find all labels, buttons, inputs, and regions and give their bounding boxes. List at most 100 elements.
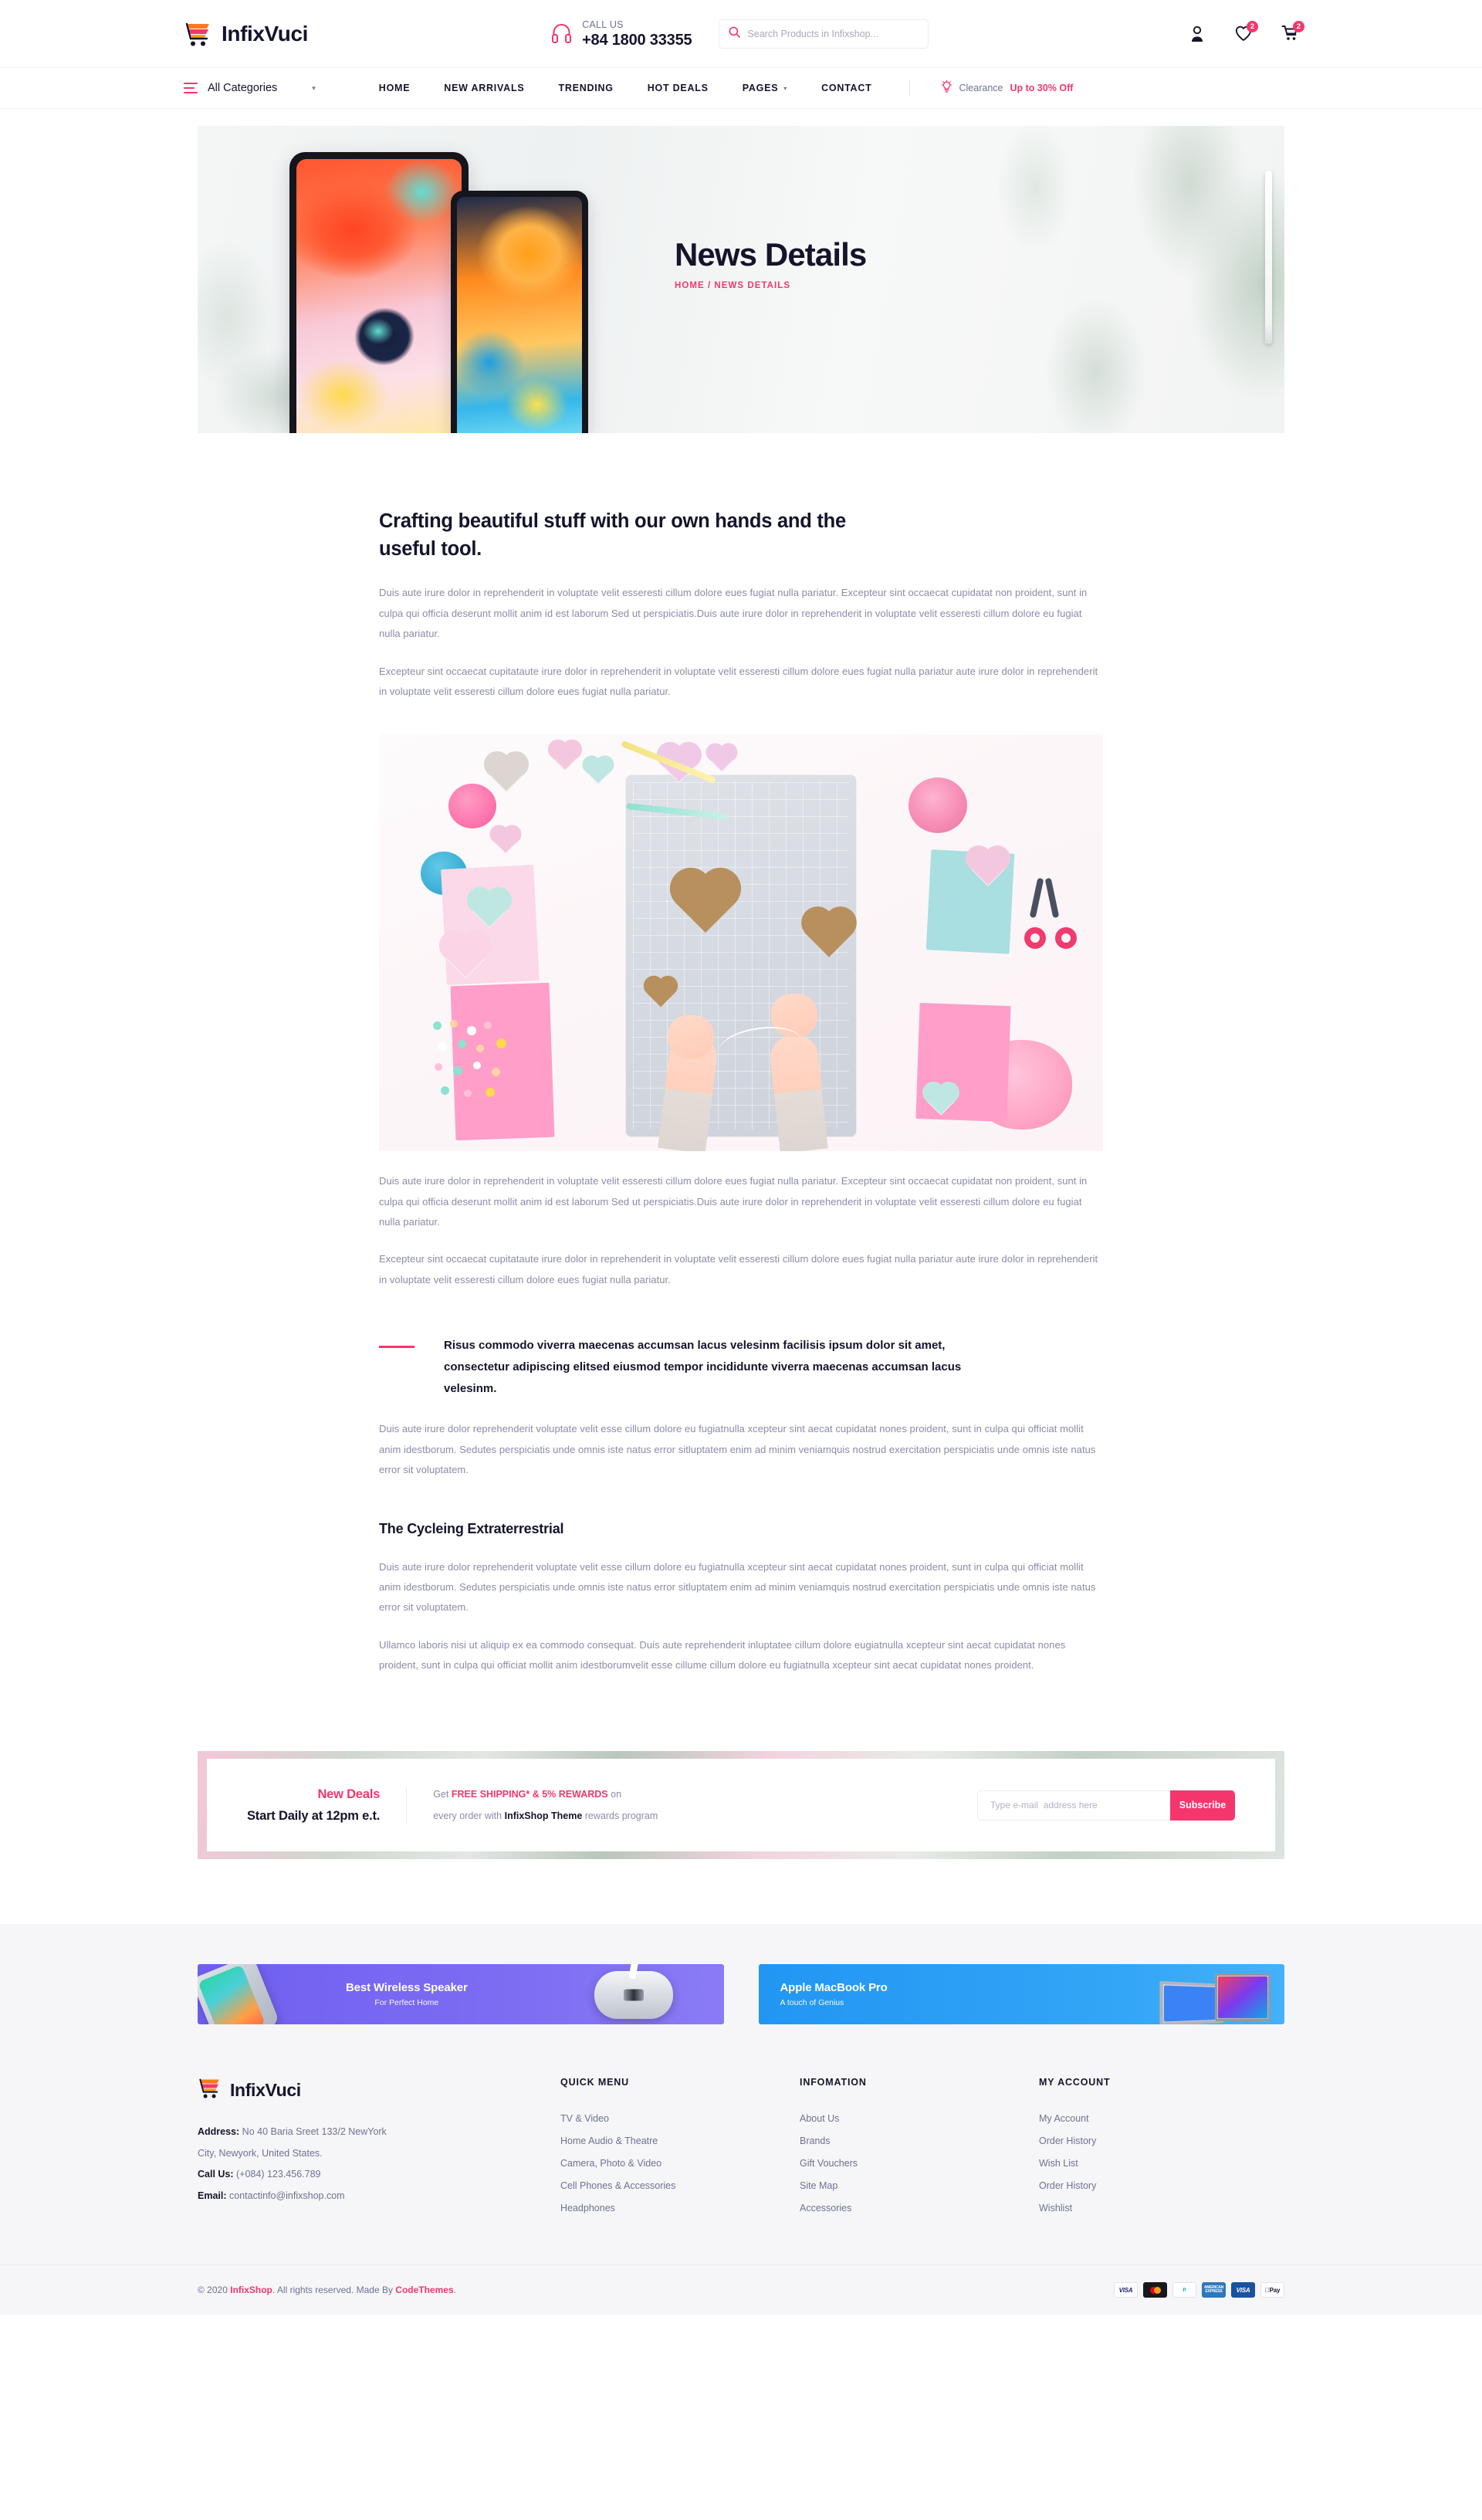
- clearance-promo[interactable]: Clearance Up to 30% Off: [940, 80, 1074, 96]
- tablet-small-image: [451, 191, 588, 433]
- nav-label: PAGES: [742, 83, 779, 93]
- page-hero-banner: News Details HOME / NEWS DETAILS: [198, 126, 1284, 433]
- user-icon[interactable]: [1189, 25, 1206, 43]
- footer-brand-column: InfixVuci Address: No 40 Baria Sreet 133…: [198, 2077, 560, 2220]
- article-paragraph-3: Duis aute irure dolor in reprehenderit i…: [379, 1175, 1088, 1228]
- article-paragraph-6: Duis aute irure dolor reprehenderit volu…: [379, 1560, 1096, 1614]
- copyright-brand[interactable]: InfixShop: [230, 2285, 272, 2295]
- visa-electron-icon: VISA: [1231, 2282, 1255, 2298]
- scissors-icon: [1023, 878, 1077, 950]
- address-label: Address:: [198, 2126, 240, 2138]
- line1-strong: FREE SHIPPING* & 5% REWARDS: [451, 1789, 608, 1800]
- footer-link[interactable]: Site Map: [800, 2175, 1039, 2197]
- cart-logo-icon: [198, 2077, 222, 2103]
- speaker-image: [594, 1971, 673, 2020]
- wishlist-icon[interactable]: 2: [1235, 20, 1258, 43]
- footer-link[interactable]: Gift Vouchers: [800, 2152, 1039, 2175]
- nav-item-pages[interactable]: PAGES ▾: [743, 83, 787, 93]
- cart-icon[interactable]: 2: [1281, 20, 1304, 43]
- line1-post: on: [607, 1789, 622, 1800]
- line2-post: rewards program: [582, 1810, 658, 1822]
- footer-column-title: QUICK MENU: [560, 2077, 630, 2088]
- apple-pay-icon: Pay: [1260, 2282, 1284, 2298]
- line2-pre: every order with: [433, 1810, 505, 1822]
- nav-menu: HOME NEW ARRIVALS TRENDING HOT DEALS PAG…: [379, 83, 872, 93]
- hero-text-block: News Details HOME / NEWS DETAILS: [675, 236, 867, 291]
- phone-image: [198, 1964, 280, 2025]
- quote-accent-bar: [379, 1346, 414, 1349]
- all-categories-button[interactable]: All Categories ▾: [184, 82, 316, 94]
- footer-brand-name: InfixVuci: [230, 2079, 301, 2100]
- copyright-pre: © 2020: [198, 2285, 231, 2296]
- brand-name: InfixVuci: [222, 21, 309, 46]
- nav-item-new-arrivals[interactable]: NEW ARRIVALS: [444, 83, 524, 93]
- search-icon: [729, 26, 741, 42]
- line2-strong: InfixShop Theme: [504, 1810, 583, 1822]
- nav-label: HOT DEALS: [647, 83, 709, 93]
- site-header: InfixVuci CALL US +84 1800 33355 Search …: [0, 0, 1482, 68]
- footer-call-line: Call Us: (+084) 123.456.789: [198, 2164, 560, 2186]
- stylus-pencil-image: [1265, 171, 1272, 344]
- breadcrumb[interactable]: HOME / NEWS DETAILS: [675, 281, 866, 290]
- nav-item-home[interactable]: HOME: [379, 83, 411, 93]
- search-input[interactable]: [747, 28, 919, 39]
- footer-link[interactable]: Wishlist: [1039, 2197, 1278, 2220]
- article-blockquote: Risus commodo viverra maecenas accumsan …: [379, 1335, 1103, 1399]
- copyright-end: .: [453, 2285, 456, 2296]
- page-title: News Details: [675, 236, 867, 273]
- footer-column-title: INFOMATION: [800, 2077, 867, 2088]
- all-categories-label: All Categories: [208, 82, 278, 94]
- promo-banner-row: Best Wireless Speaker For Perfect Home A…: [198, 1964, 1284, 2025]
- footer-link[interactable]: Home Audio & Theatre: [560, 2130, 800, 2152]
- nav-divider: [908, 80, 910, 97]
- newsletter-banner: New Deals Start Daily at 12pm e.t. Get F…: [198, 1751, 1284, 1860]
- footer-link[interactable]: TV & Video: [560, 2108, 800, 2130]
- email-value: contactinfo@infixshop.com: [226, 2190, 345, 2201]
- site-footer: Best Wireless Speaker For Perfect Home A…: [0, 1924, 1482, 2315]
- call-label: Call Us:: [198, 2169, 234, 2180]
- chevron-down-icon: ▾: [783, 84, 788, 92]
- clearance-offer: Up to 30% Off: [1010, 83, 1074, 93]
- footer-link[interactable]: Headphones: [560, 2197, 800, 2220]
- footer-link[interactable]: Accessories: [800, 2197, 1039, 2220]
- promo-macbook-pro[interactable]: Apple MacBook Pro A touch of Genius: [758, 1964, 1284, 2025]
- email-label: Email:: [198, 2190, 227, 2201]
- footer-link[interactable]: Brands: [800, 2130, 1039, 2152]
- search-bar[interactable]: [719, 19, 929, 49]
- start-daily-label: Start Daily at 12pm e.t.: [247, 1808, 381, 1823]
- wishlist-badge: 2: [1247, 20, 1258, 32]
- footer-link[interactable]: Order History: [1039, 2130, 1278, 2152]
- promo-wireless-speaker[interactable]: Best Wireless Speaker For Perfect Home: [198, 1964, 724, 2025]
- nav-item-contact[interactable]: CONTACT: [821, 83, 871, 93]
- chevron-down-icon: ▾: [312, 83, 316, 92]
- copyright-author[interactable]: CodeThemes: [395, 2285, 453, 2295]
- email-field[interactable]: [977, 1790, 1170, 1821]
- footer-link[interactable]: Camera, Photo & Video: [560, 2152, 800, 2175]
- brand-logo-link[interactable]: InfixVuci: [184, 21, 308, 47]
- footer-link[interactable]: Order History: [1039, 2175, 1278, 2197]
- hamburger-icon: [184, 82, 198, 94]
- call-us-block[interactable]: CALL US +84 1800 33355: [551, 18, 692, 49]
- footer-email-line: Email: contactinfo@infixshop.com: [198, 2186, 560, 2207]
- new-deals-label: New Deals: [317, 1787, 381, 1801]
- footer-link[interactable]: Cell Phones & Accessories: [560, 2175, 800, 2197]
- footer-link[interactable]: About Us: [800, 2108, 1039, 2130]
- call-us-label: CALL US: [582, 19, 624, 30]
- article-paragraph-4: Excepteur sint occaecat cupitataute irur…: [379, 1253, 1098, 1285]
- payment-methods: VISA P AMERICANEXPRESS VISA Pay: [1114, 2282, 1284, 2298]
- footer-link[interactable]: My Account: [1039, 2108, 1278, 2130]
- nav-item-trending[interactable]: TRENDING: [558, 83, 613, 93]
- nav-item-hot-deals[interactable]: HOT DEALS: [648, 83, 709, 93]
- page-root: InfixVuci CALL US +84 1800 33355 Search …: [0, 0, 1482, 2315]
- footer-logo-link[interactable]: InfixVuci: [198, 2077, 560, 2103]
- nav-label: NEW ARRIVALS: [444, 83, 525, 93]
- clearance-label: Clearance: [959, 83, 1003, 93]
- subscribe-button[interactable]: Subscribe: [1170, 1790, 1235, 1821]
- footer-bottom-bar: © 2020 InfixShop. All rights reserved. M…: [0, 2264, 1482, 2315]
- footer-columns: InfixVuci Address: No 40 Baria Sreet 133…: [198, 2077, 1284, 2220]
- article-paragraph-7: Ullamco laboris nisi ut aliquip ex ea co…: [379, 1638, 1066, 1672]
- footer-column-title: MY ACCOUNT: [1039, 2077, 1111, 2088]
- promo-subtitle: A touch of Genius: [780, 1998, 844, 2008]
- newsletter-copy: Get FREE SHIPPING* & 5% REWARDS on every…: [407, 1783, 658, 1827]
- footer-link[interactable]: Wish List: [1039, 2152, 1278, 2175]
